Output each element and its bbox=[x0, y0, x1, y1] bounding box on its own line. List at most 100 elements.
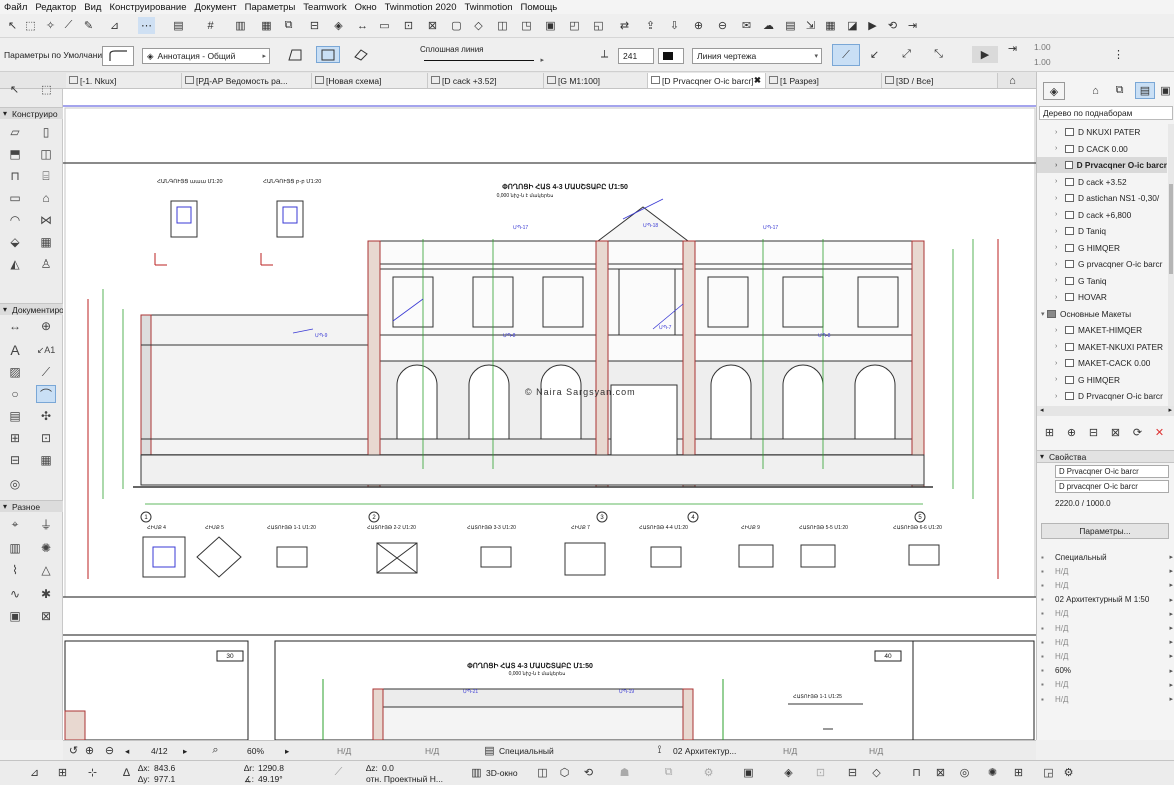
menu-item[interactable]: Twinmotion 2020 bbox=[381, 2, 461, 13]
tab-view-6[interactable]: [1 Разрез] bbox=[766, 73, 882, 88]
corner-window-icon[interactable]: ⊠ bbox=[36, 607, 56, 625]
walls-icon[interactable]: ◫ bbox=[534, 764, 551, 781]
railing-icon[interactable]: ▦ bbox=[36, 233, 56, 251]
layout-name-field[interactable]: D prvacqner O-ic barcr bbox=[1055, 480, 1169, 493]
calc-icon[interactable]: ▦ bbox=[822, 17, 839, 34]
chevron-right-icon[interactable]: › bbox=[1055, 327, 1057, 334]
layers-icon[interactable]: ⊟ bbox=[844, 764, 861, 781]
globe-icon[interactable]: ◎ bbox=[5, 475, 25, 493]
page-indicator[interactable]: 4/12 bbox=[151, 746, 168, 756]
navigator-menu-icon[interactable]: ◈ bbox=[1043, 82, 1065, 100]
wall-icon[interactable]: ▱ bbox=[5, 123, 25, 141]
filter-icon[interactable]: ◈ bbox=[780, 764, 797, 781]
publisher-icon[interactable]: ▣ bbox=[1157, 82, 1174, 99]
syringe-icon[interactable]: ✎ bbox=[80, 17, 97, 34]
marquee-icon[interactable]: ⬚ bbox=[22, 17, 39, 34]
chevron-right-icon[interactable]: ▸ bbox=[1169, 596, 1173, 604]
property-row[interactable]: ▪ Н/Д ▸ bbox=[1037, 607, 1174, 621]
render-icon[interactable]: ◈ bbox=[330, 17, 347, 34]
export-icon[interactable]: ⇥ bbox=[904, 17, 921, 34]
chevron-right-icon[interactable]: › bbox=[1055, 343, 1057, 350]
tab-view-7[interactable]: [3D / Все] bbox=[882, 73, 998, 88]
property-row[interactable]: ▪ Н/Д ▸ bbox=[1037, 635, 1174, 649]
model-icon[interactable]: ◪ bbox=[844, 17, 861, 34]
fill-tool-icon[interactable]: ▨ bbox=[5, 363, 25, 381]
line-tool-icon[interactable]: ⟋ bbox=[36, 363, 56, 381]
zoom-in-icon[interactable]: ⊕ bbox=[81, 742, 98, 759]
curtain-wall-icon[interactable]: ⬙ bbox=[5, 233, 25, 251]
chevron-right-icon[interactable]: › bbox=[1055, 244, 1057, 251]
chevron-right-icon[interactable]: › bbox=[1055, 145, 1057, 152]
chevron-right-icon[interactable]: › bbox=[1055, 129, 1057, 136]
dimension-icon[interactable]: ↔ bbox=[354, 17, 371, 34]
group-icon[interactable]: ⧉ bbox=[280, 17, 297, 34]
chevron-right-icon[interactable]: ▸ bbox=[1169, 624, 1173, 632]
close-tab-icon[interactable]: ✖ bbox=[754, 75, 761, 86]
publish-icon[interactable]: ⇲ bbox=[802, 17, 819, 34]
door-icon[interactable]: ⊓ bbox=[5, 167, 25, 185]
chevron-right-icon[interactable]: › bbox=[1055, 162, 1057, 169]
mesh-icon[interactable]: ⌇ bbox=[5, 561, 25, 579]
scale-b[interactable]: 1.00 bbox=[1034, 57, 1051, 67]
new-layout-icon[interactable]: ⊞ bbox=[1041, 424, 1058, 441]
navigator-item[interactable]: › D Taniq bbox=[1037, 223, 1167, 239]
properties-header[interactable]: ▾ Свойства bbox=[1037, 450, 1174, 463]
detail-icon[interactable]: ◇ bbox=[470, 17, 487, 34]
chevron-right-icon[interactable]: ▸ bbox=[1169, 695, 1173, 703]
toolbox-section-design[interactable]: Конструиро bbox=[0, 107, 63, 119]
chevron-down-icon[interactable]: ▾ bbox=[1041, 310, 1045, 318]
snap-points-icon[interactable]: ▤ bbox=[170, 17, 187, 34]
movie-icon[interactable]: ⊞ bbox=[1010, 764, 1027, 781]
line-mode-arrow-icon[interactable]: ↙ bbox=[866, 46, 883, 63]
label-tool-icon[interactable]: ↙A1 bbox=[36, 341, 56, 359]
pen-number-field[interactable]: 241 bbox=[618, 48, 654, 64]
spline-icon[interactable]: ∿ bbox=[5, 585, 25, 603]
coord-dx[interactable]: 843.6 bbox=[154, 763, 175, 773]
chevron-right-icon[interactable]: › bbox=[1055, 376, 1057, 383]
drawing-tool-icon[interactable]: ▤ bbox=[5, 407, 25, 425]
zoom-dropdown-icon[interactable]: ▸ bbox=[285, 746, 289, 757]
coord-angle[interactable]: 49.19° bbox=[258, 774, 283, 784]
index-icon[interactable]: ◰ bbox=[566, 17, 583, 34]
orbit-icon[interactable]: ⟲ bbox=[580, 764, 597, 781]
render-view-icon[interactable]: ▣ bbox=[740, 764, 757, 781]
grid-tool-icon[interactable]: ▦ bbox=[36, 451, 56, 469]
line-mode-both-icon[interactable]: ⤢ bbox=[898, 46, 915, 63]
skylight-icon[interactable]: ⋈ bbox=[36, 211, 56, 229]
wall-end-icon[interactable]: ▥ bbox=[5, 539, 25, 557]
layout-icon[interactable]: ▭ bbox=[376, 17, 393, 34]
menu-item[interactable]: Параметры bbox=[241, 2, 300, 13]
menu-item[interactable]: Помощь bbox=[517, 2, 562, 13]
polyline-tool-icon[interactable]: ⌒ bbox=[36, 385, 56, 403]
navigator-item[interactable]: › D cack +3.52 bbox=[1037, 174, 1167, 190]
grid-snap-icon[interactable]: ⊞ bbox=[54, 764, 71, 781]
screen-icon[interactable]: ◲ bbox=[1040, 764, 1057, 781]
view3d-button[interactable]: 3D-окно bbox=[486, 768, 518, 778]
prev-page-icon[interactable]: ◂ bbox=[125, 746, 129, 757]
explore-icon[interactable]: ⚙ bbox=[700, 764, 717, 781]
coord-dz[interactable]: 0.0 bbox=[382, 763, 394, 773]
property-row[interactable]: ▪ Специальный ▸ bbox=[1037, 550, 1174, 564]
place-drawing-icon[interactable]: ⊠ bbox=[1107, 424, 1124, 441]
parameters-button[interactable]: Параметры... bbox=[1041, 523, 1169, 539]
menu-item[interactable]: Окно bbox=[351, 2, 381, 13]
marquee-3d-icon[interactable]: ⊓ bbox=[908, 764, 925, 781]
navigator-item[interactable]: › D Prvacqner O-ic barcr bbox=[1037, 388, 1167, 404]
doc3d-icon[interactable]: ◳ bbox=[518, 17, 535, 34]
circle-tool-icon[interactable]: ○ bbox=[5, 385, 25, 403]
cube-icon[interactable]: ⬡ bbox=[556, 764, 573, 781]
reserve-icon[interactable]: ⊕ bbox=[690, 17, 707, 34]
layout-book-icon[interactable]: ▤ bbox=[1135, 82, 1155, 99]
navigator-item[interactable]: › G Taniq bbox=[1037, 273, 1167, 289]
beam-icon[interactable]: ⬒ bbox=[5, 145, 25, 163]
tab-view-0[interactable]: [-1. Nkux] bbox=[66, 73, 182, 88]
window-icon[interactable]: ◫ bbox=[36, 145, 56, 163]
coord-dy[interactable]: 977.1 bbox=[154, 774, 175, 784]
arrow-tool-icon[interactable]: ↖ bbox=[4, 17, 21, 34]
tab-menu-icon[interactable]: ⌂ bbox=[1004, 72, 1021, 89]
toolbox-section-misc[interactable]: Разное bbox=[0, 500, 63, 512]
walk-icon[interactable]: ☗ bbox=[616, 764, 633, 781]
property-row[interactable]: ▪ Н/Д ▸ bbox=[1037, 692, 1174, 706]
bimcloud-icon[interactable]: ☁ bbox=[760, 17, 777, 34]
grid-icon[interactable]: # bbox=[202, 17, 219, 34]
